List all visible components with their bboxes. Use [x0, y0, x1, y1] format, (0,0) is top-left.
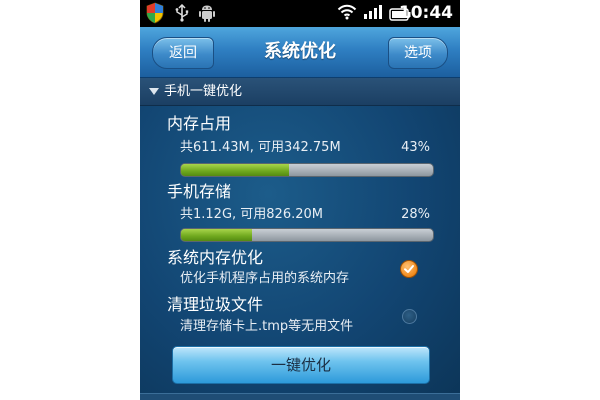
option-title: 清理垃圾文件: [167, 295, 264, 314]
section-header-one-key-optimize[interactable]: 手机一键优化: [140, 78, 460, 106]
unchecked-checkbox-icon[interactable]: [402, 309, 417, 324]
wifi-icon: [337, 4, 357, 24]
android-icon: [198, 3, 216, 27]
section-label: 手机一键优化: [164, 84, 243, 99]
memory-detail: 共611.43M, 可用342.75M: [180, 140, 341, 155]
option-title: 系统内存优化: [167, 248, 264, 267]
optimize-panel: 内存占用 共611.43M, 可用342.75M 43% 手机存储 共1.12G…: [140, 106, 460, 400]
storage-percent: 28%: [401, 207, 430, 222]
collapse-arrow-icon: [149, 88, 159, 95]
title-bar: 返回 系统优化 选项: [140, 27, 460, 78]
memory-percent: 43%: [401, 140, 430, 155]
memory-title: 内存占用: [167, 114, 232, 133]
storage-detail: 共1.12G, 可用826.20M: [180, 207, 323, 222]
storage-title: 手机存储: [167, 182, 232, 201]
usb-icon: [174, 3, 190, 26]
status-time: 10:44: [398, 3, 453, 23]
storage-progress-bar: [180, 228, 434, 242]
back-button[interactable]: 返回: [152, 37, 214, 69]
memory-progress-fill: [181, 164, 290, 176]
phone-screen: 10:44 返回 系统优化 选项 手机一键优化 内存占用 共611.43M, 可…: [140, 0, 460, 400]
page-title: 系统优化: [264, 41, 336, 62]
shield-icon: [145, 2, 165, 28]
signal-icon: [363, 4, 383, 24]
one-key-optimize-button[interactable]: 一键优化: [172, 346, 430, 384]
option-description: 清理存储卡上.tmp等无用文件: [180, 319, 354, 334]
storage-progress-fill: [181, 229, 252, 241]
checked-checkbox-icon[interactable]: [400, 260, 418, 278]
memory-progress-bar: [180, 163, 434, 177]
option-description: 优化手机程序占用的系统内存: [180, 271, 350, 286]
bottom-divider: [140, 393, 460, 400]
status-bar: 10:44: [140, 0, 460, 27]
options-button[interactable]: 选项: [388, 37, 448, 69]
